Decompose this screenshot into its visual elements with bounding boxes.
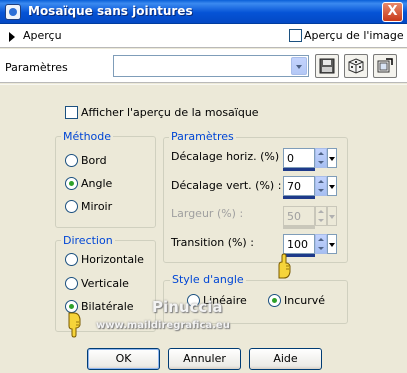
image-preview-label[interactable]: Aperçu de l'image [304,29,404,42]
parameters-legend: Paramètres [169,130,236,143]
method-label-bord[interactable]: Bord [81,154,107,167]
preset-select[interactable] [113,55,309,77]
spin-arrows-icon[interactable] [315,234,327,254]
width-input: 50 [283,206,315,226]
vertical-offset-input[interactable]: 70 [283,176,315,196]
direction-label-bilaterale[interactable]: Bilatérale [81,300,134,313]
pointing-hand-icon [278,253,291,279]
help-button[interactable]: Aide [249,348,322,370]
show-mosaic-preview-checkbox[interactable] [65,106,78,119]
direction-legend: Direction [61,234,115,247]
transition-spinner[interactable]: 100 [283,234,337,257]
title-bar: Mosaïque sans jointures X [0,0,407,24]
value-slider-bar[interactable] [283,196,315,199]
spin-arrows-icon[interactable] [315,176,327,196]
method-radio-bord[interactable] [65,154,78,167]
method-label-angle[interactable]: Angle [81,177,112,190]
chevron-down-icon[interactable] [291,57,307,75]
value-slider-bar[interactable] [283,168,315,171]
method-legend: Méthode [61,130,114,143]
pointing-hand-icon [68,312,81,338]
watermark-name: Pinuccia [152,298,223,316]
horizontal-offset-label: Décalage horiz. (%) : [171,150,287,163]
corner-style-radio-incurve[interactable] [268,294,281,307]
reset-button[interactable] [373,54,397,78]
transition-input[interactable]: 100 [283,234,315,254]
preview-toggle-label[interactable]: Aperçu [23,29,62,42]
presets-label: Paramètres [5,61,68,74]
horizontal-offset-spinner[interactable]: 0 [283,148,337,171]
cancel-button[interactable]: Annuler [168,348,241,370]
direction-label-verticale[interactable]: Verticale [81,277,129,290]
panel-separator [0,84,407,85]
direction-label-horizontale[interactable]: Horizontale [81,253,144,266]
chevron-down-icon[interactable] [327,234,337,254]
transition-label: Transition (%) : [171,236,254,249]
width-label: Largeur (%) : [171,207,244,220]
width-spinner: 50 [283,206,337,229]
random-parameters-button[interactable] [344,54,368,78]
chevron-down-icon[interactable] [327,176,337,196]
spin-arrows-icon[interactable] [315,148,327,168]
horizontal-offset-input[interactable]: 0 [283,148,315,168]
vertical-offset-label: Décalage vert. (%) : [171,179,282,192]
corner-style-label-incurve[interactable]: Incurvé [284,294,325,307]
close-button[interactable]: X [382,2,403,22]
method-label-miroir[interactable]: Miroir [81,200,112,213]
direction-radio-verticale[interactable] [65,277,78,290]
app-icon [5,4,21,20]
show-mosaic-preview-label[interactable]: Afficher l'aperçu de la mosaïque [81,106,259,119]
reset-icon [377,58,393,73]
expand-preview-icon[interactable] [9,32,15,42]
random-dice-icon [348,58,364,74]
save-preset-button[interactable] [315,54,339,78]
watermark-url: www.maildiregrafica.eu [96,320,230,331]
ok-button[interactable]: OK [87,348,160,370]
value-slider-bar [283,226,315,229]
vertical-offset-spinner[interactable]: 70 [283,176,337,199]
save-preset-icon [319,58,335,74]
chevron-down-icon[interactable] [327,148,337,168]
direction-radio-horizontale[interactable] [65,253,78,266]
corner-style-legend: Style d'angle [170,273,246,286]
window-title: Mosaïque sans jointures [28,4,193,18]
image-preview-checkbox[interactable] [289,29,302,42]
method-radio-miroir[interactable] [65,200,78,213]
spin-arrows-icon [315,206,327,226]
chevron-down-icon [327,206,337,226]
method-radio-angle[interactable] [65,177,78,190]
